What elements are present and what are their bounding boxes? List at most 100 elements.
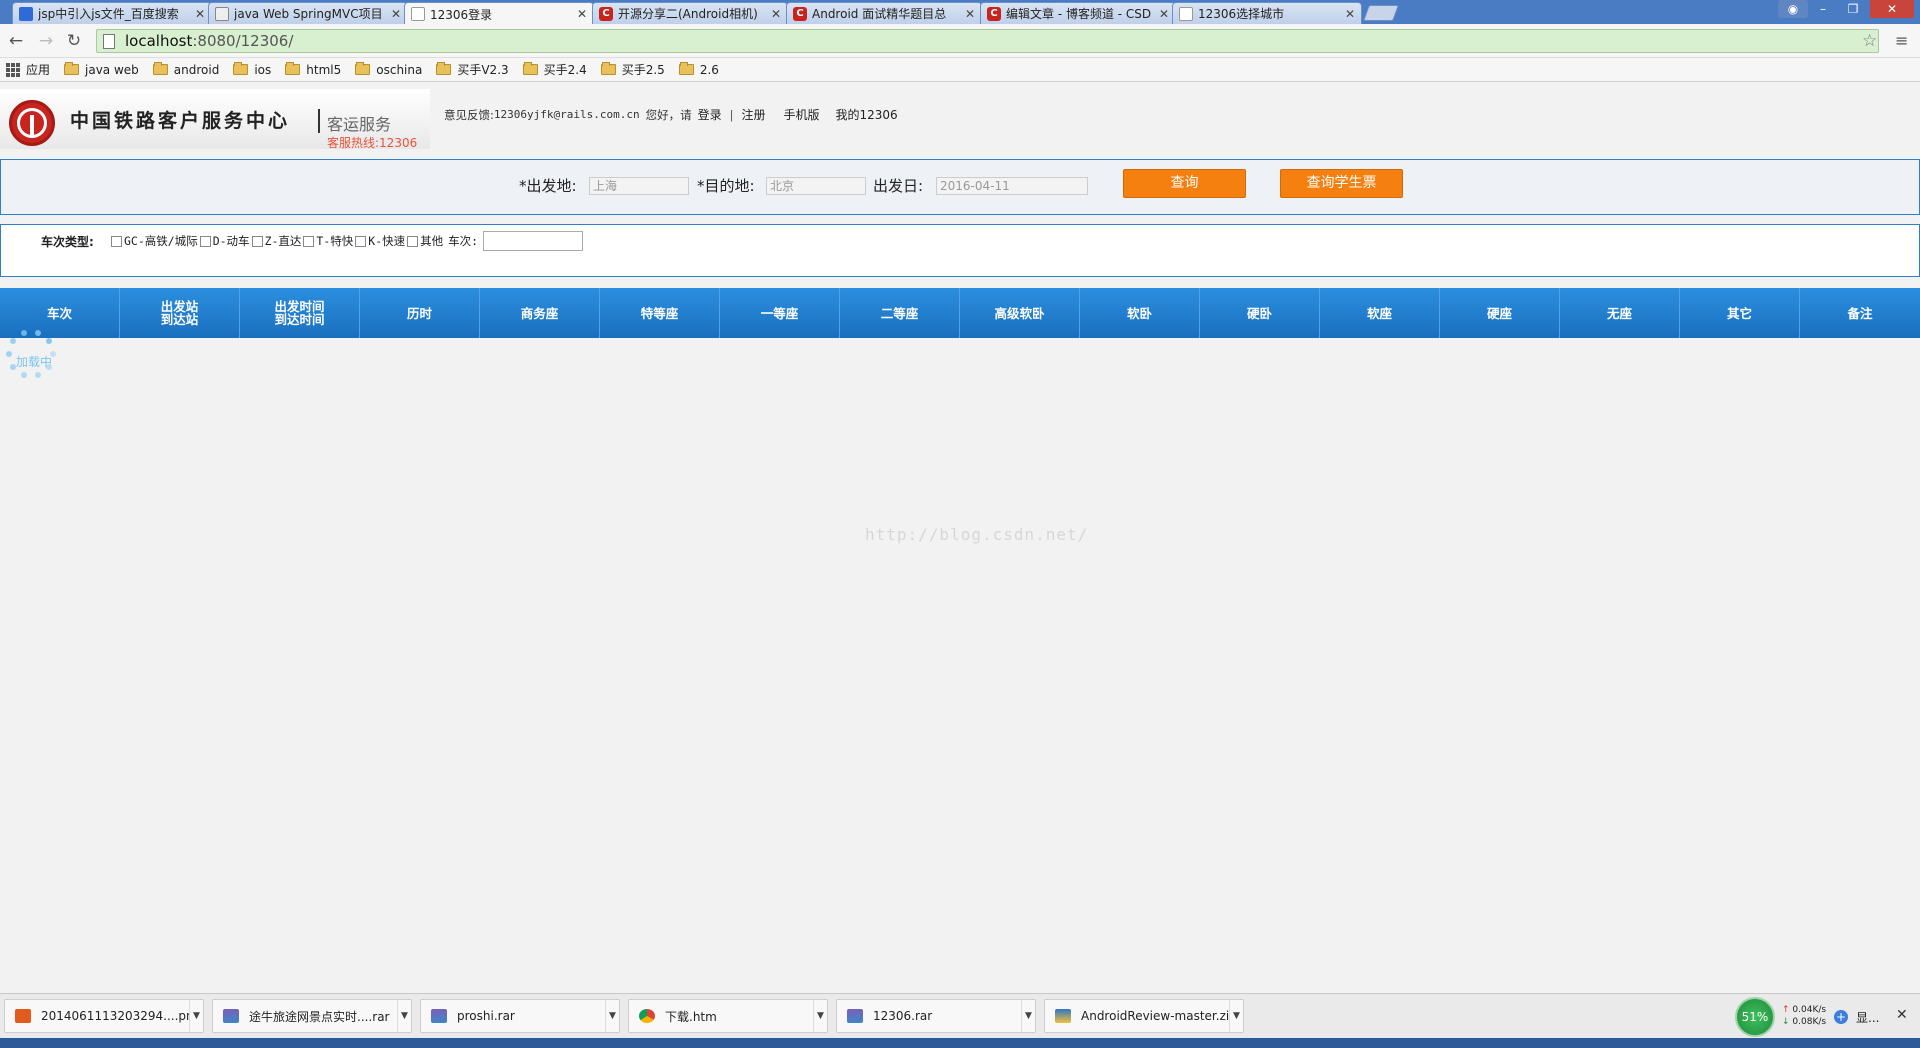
tab-baidu-search[interactable]: jsp中引入js文件_百度搜索 ✕ bbox=[12, 2, 212, 24]
address-bar[interactable]: localhost:8080/12306/ bbox=[96, 29, 1879, 53]
to-label: *目的地: bbox=[697, 177, 755, 195]
user-icon[interactable]: ◉ bbox=[1778, 0, 1808, 18]
close-icon[interactable]: ✕ bbox=[195, 7, 205, 21]
reload-icon[interactable]: ↻ bbox=[64, 31, 84, 51]
bookmark-folder-maishou-25[interactable]: 买手2.5 bbox=[600, 61, 665, 78]
to-station-input[interactable]: 北京 bbox=[766, 177, 866, 195]
page-icon bbox=[1179, 6, 1193, 21]
tab-12306-login[interactable]: 12306登录 ✕ bbox=[404, 2, 594, 25]
filter-checkbox-t[interactable]: T-特快 bbox=[303, 233, 353, 249]
bookmark-folder-javaweb[interactable]: java web bbox=[64, 62, 139, 77]
filter-checkbox-gc[interactable]: GC-高铁/城际 bbox=[111, 233, 198, 249]
network-speed-text: ↑ 0.04K/s ↓ 0.08K/s bbox=[1782, 1004, 1826, 1028]
filter-label: D-动车 bbox=[212, 234, 250, 248]
window-close-button[interactable]: ✕ bbox=[1870, 0, 1914, 18]
col-premium-seat: 特等座 bbox=[600, 288, 720, 338]
plus-icon[interactable]: + bbox=[1834, 1010, 1848, 1024]
chevron-down-icon[interactable]: ▼ bbox=[397, 1000, 411, 1032]
chevron-down-icon[interactable]: ▼ bbox=[813, 1000, 827, 1032]
download-item[interactable]: proshi.rar ▼ bbox=[420, 999, 620, 1033]
bookmark-folder-ios[interactable]: ios bbox=[233, 62, 272, 77]
csdn-icon: C bbox=[793, 6, 807, 21]
tab-springmvc[interactable]: java Web SpringMVC项目 ✕ bbox=[208, 2, 408, 24]
mobile-link[interactable]: 手机版 bbox=[783, 106, 819, 123]
bookmark-label: 2.6 bbox=[699, 62, 719, 77]
menu-icon[interactable]: ≡ bbox=[1895, 31, 1908, 50]
chevron-down-icon[interactable]: ▼ bbox=[1021, 1000, 1035, 1032]
header-divider bbox=[318, 109, 320, 133]
bookmark-star-icon[interactable]: ☆ bbox=[1862, 31, 1877, 51]
network-speed-badge[interactable]: 51% bbox=[1735, 997, 1775, 1037]
download-item[interactable]: 途牛旅途网景点实时....rar ▼ bbox=[212, 999, 412, 1033]
checkbox-icon[interactable] bbox=[355, 235, 367, 247]
chrome-icon bbox=[639, 1009, 655, 1023]
chevron-down-icon[interactable]: ▼ bbox=[605, 1000, 619, 1032]
railway-logo-icon[interactable] bbox=[9, 100, 55, 146]
col-stations[interactable]: 出发站 到达站 bbox=[120, 288, 240, 338]
close-icon[interactable]: ✕ bbox=[1896, 1007, 1908, 1023]
tab-csdn-edit[interactable]: C 编辑文章 - 博客频道 - CSD ✕ bbox=[980, 2, 1176, 24]
close-icon[interactable]: ✕ bbox=[1159, 7, 1169, 21]
checkbox-icon[interactable] bbox=[199, 235, 211, 247]
feedback-email[interactable]: 12306yjfk@rails.com.cn bbox=[494, 108, 640, 121]
minimize-button[interactable]: – bbox=[1808, 0, 1838, 18]
checkbox-icon[interactable] bbox=[303, 235, 315, 247]
download-item[interactable]: 12306.rar ▼ bbox=[836, 999, 1036, 1033]
checkbox-icon[interactable] bbox=[251, 235, 263, 247]
page-icon bbox=[411, 7, 425, 21]
register-link[interactable]: 注册 bbox=[741, 106, 765, 123]
my-12306-link[interactable]: 我的12306 bbox=[836, 106, 898, 123]
chevron-down-icon[interactable]: ▼ bbox=[1229, 1000, 1243, 1032]
from-station-input[interactable]: 上海 bbox=[589, 177, 689, 195]
depart-date-input[interactable]: 2016-04-11 bbox=[936, 177, 1088, 195]
forward-arrow-icon[interactable]: → bbox=[36, 31, 56, 51]
col-duration[interactable]: 历时 bbox=[360, 288, 480, 338]
tab-opensource-share[interactable]: C 开源分享二(Android相机) ✕ bbox=[592, 2, 788, 24]
close-icon[interactable]: ✕ bbox=[577, 7, 587, 21]
close-icon[interactable]: ✕ bbox=[1345, 7, 1355, 21]
col-times[interactable]: 出发时间 到达时间 bbox=[240, 288, 360, 338]
org-name: 中国铁路客户服务中心 bbox=[70, 110, 291, 132]
rar-file-icon bbox=[847, 1009, 863, 1023]
close-icon[interactable]: ✕ bbox=[965, 7, 975, 21]
checkbox-icon[interactable] bbox=[111, 235, 122, 247]
folder-icon bbox=[355, 62, 371, 75]
bookmark-apps[interactable]: 应用 bbox=[6, 61, 50, 78]
close-icon[interactable]: ✕ bbox=[771, 7, 781, 21]
bookmark-label: java web bbox=[85, 62, 139, 77]
filter-checkbox-d[interactable]: D-动车 bbox=[199, 233, 250, 249]
bookmark-folder-maishou-24[interactable]: 买手2.4 bbox=[522, 61, 587, 78]
close-icon[interactable]: ✕ bbox=[391, 7, 401, 21]
show-all-downloads[interactable]: 显... bbox=[1856, 1009, 1879, 1026]
tab-android-interview[interactable]: C Android 面试精华题目总 ✕ bbox=[786, 2, 982, 24]
train-no-input[interactable] bbox=[483, 231, 584, 251]
folder-icon bbox=[285, 62, 301, 75]
back-arrow-icon[interactable]: ← bbox=[6, 31, 26, 51]
filter-checkbox-other[interactable]: 其他 bbox=[407, 233, 443, 249]
url-host: localhost bbox=[125, 32, 193, 50]
login-link[interactable]: 登录 bbox=[698, 106, 722, 123]
download-item[interactable]: 下载.htm ▼ bbox=[628, 999, 828, 1033]
filter-label: Z-直达 bbox=[264, 234, 302, 248]
checkbox-icon[interactable] bbox=[407, 235, 419, 247]
download-item[interactable]: AndroidReview-master.zip ▼ bbox=[1044, 999, 1244, 1033]
bookmark-folder-26[interactable]: 2.6 bbox=[678, 62, 719, 77]
bookmark-folder-html5[interactable]: html5 bbox=[285, 62, 341, 77]
bookmark-label: ios bbox=[254, 62, 272, 77]
filter-checkbox-k[interactable]: K-快速 bbox=[355, 233, 405, 249]
filter-checkbox-z[interactable]: Z-直达 bbox=[251, 233, 302, 249]
bookmark-folder-android[interactable]: android bbox=[152, 62, 220, 77]
spinner-dot bbox=[10, 338, 17, 345]
col-soft-sleeper: 软卧 bbox=[1080, 288, 1200, 338]
bookmark-folder-oschina[interactable]: oschina bbox=[355, 62, 422, 77]
query-button[interactable]: 查询 bbox=[1123, 169, 1246, 198]
bookmark-folder-maishou-v23[interactable]: 买手V2.3 bbox=[436, 61, 509, 78]
chevron-down-icon[interactable]: ▼ bbox=[189, 1000, 203, 1032]
filter-label: K-快速 bbox=[368, 234, 406, 248]
tab-12306-city[interactable]: 12306选择城市 ✕ bbox=[1172, 2, 1362, 24]
bookmark-label: android bbox=[173, 62, 220, 77]
download-item[interactable]: 2014061113203294....png ▼ bbox=[4, 999, 204, 1033]
maximize-button[interactable]: ❐ bbox=[1838, 0, 1868, 18]
new-tab-button[interactable] bbox=[1363, 5, 1399, 21]
student-ticket-button[interactable]: 查询学生票 bbox=[1280, 169, 1403, 198]
